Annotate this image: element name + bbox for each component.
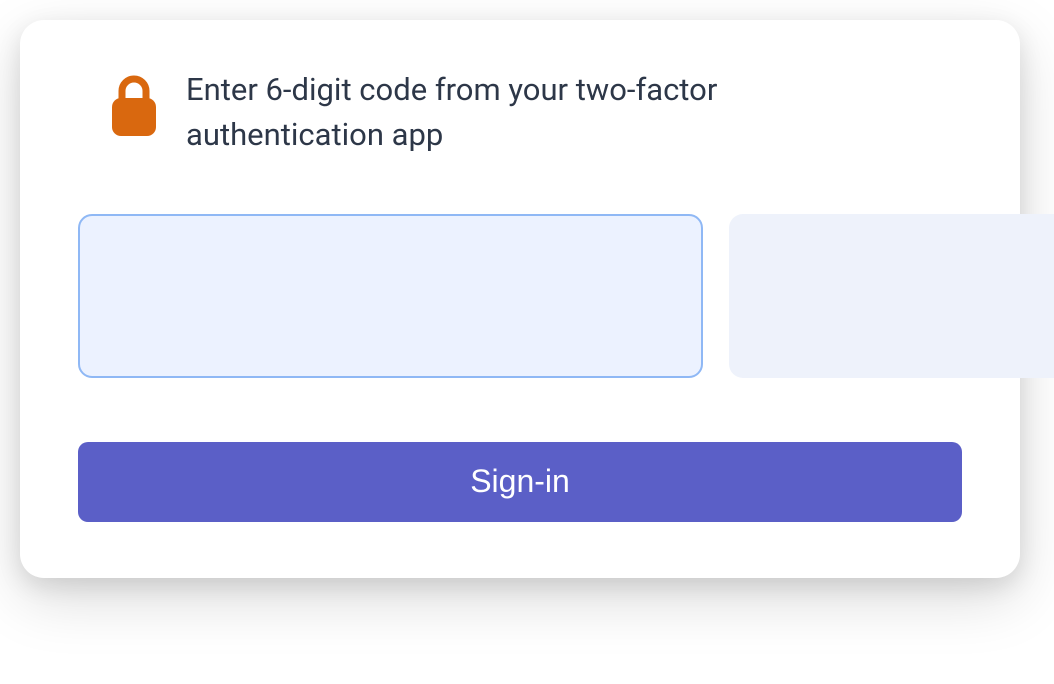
code-digit-2[interactable] bbox=[729, 214, 1054, 378]
signin-button[interactable]: Sign-in bbox=[78, 442, 962, 522]
code-input-group bbox=[78, 214, 962, 378]
two-factor-card: Enter 6-digit code from your two-factor … bbox=[20, 20, 1020, 578]
instruction-text: Enter 6-digit code from your two-factor … bbox=[186, 68, 922, 158]
card-header: Enter 6-digit code from your two-factor … bbox=[78, 68, 962, 158]
lock-icon bbox=[106, 74, 162, 138]
code-digit-1[interactable] bbox=[78, 214, 703, 378]
